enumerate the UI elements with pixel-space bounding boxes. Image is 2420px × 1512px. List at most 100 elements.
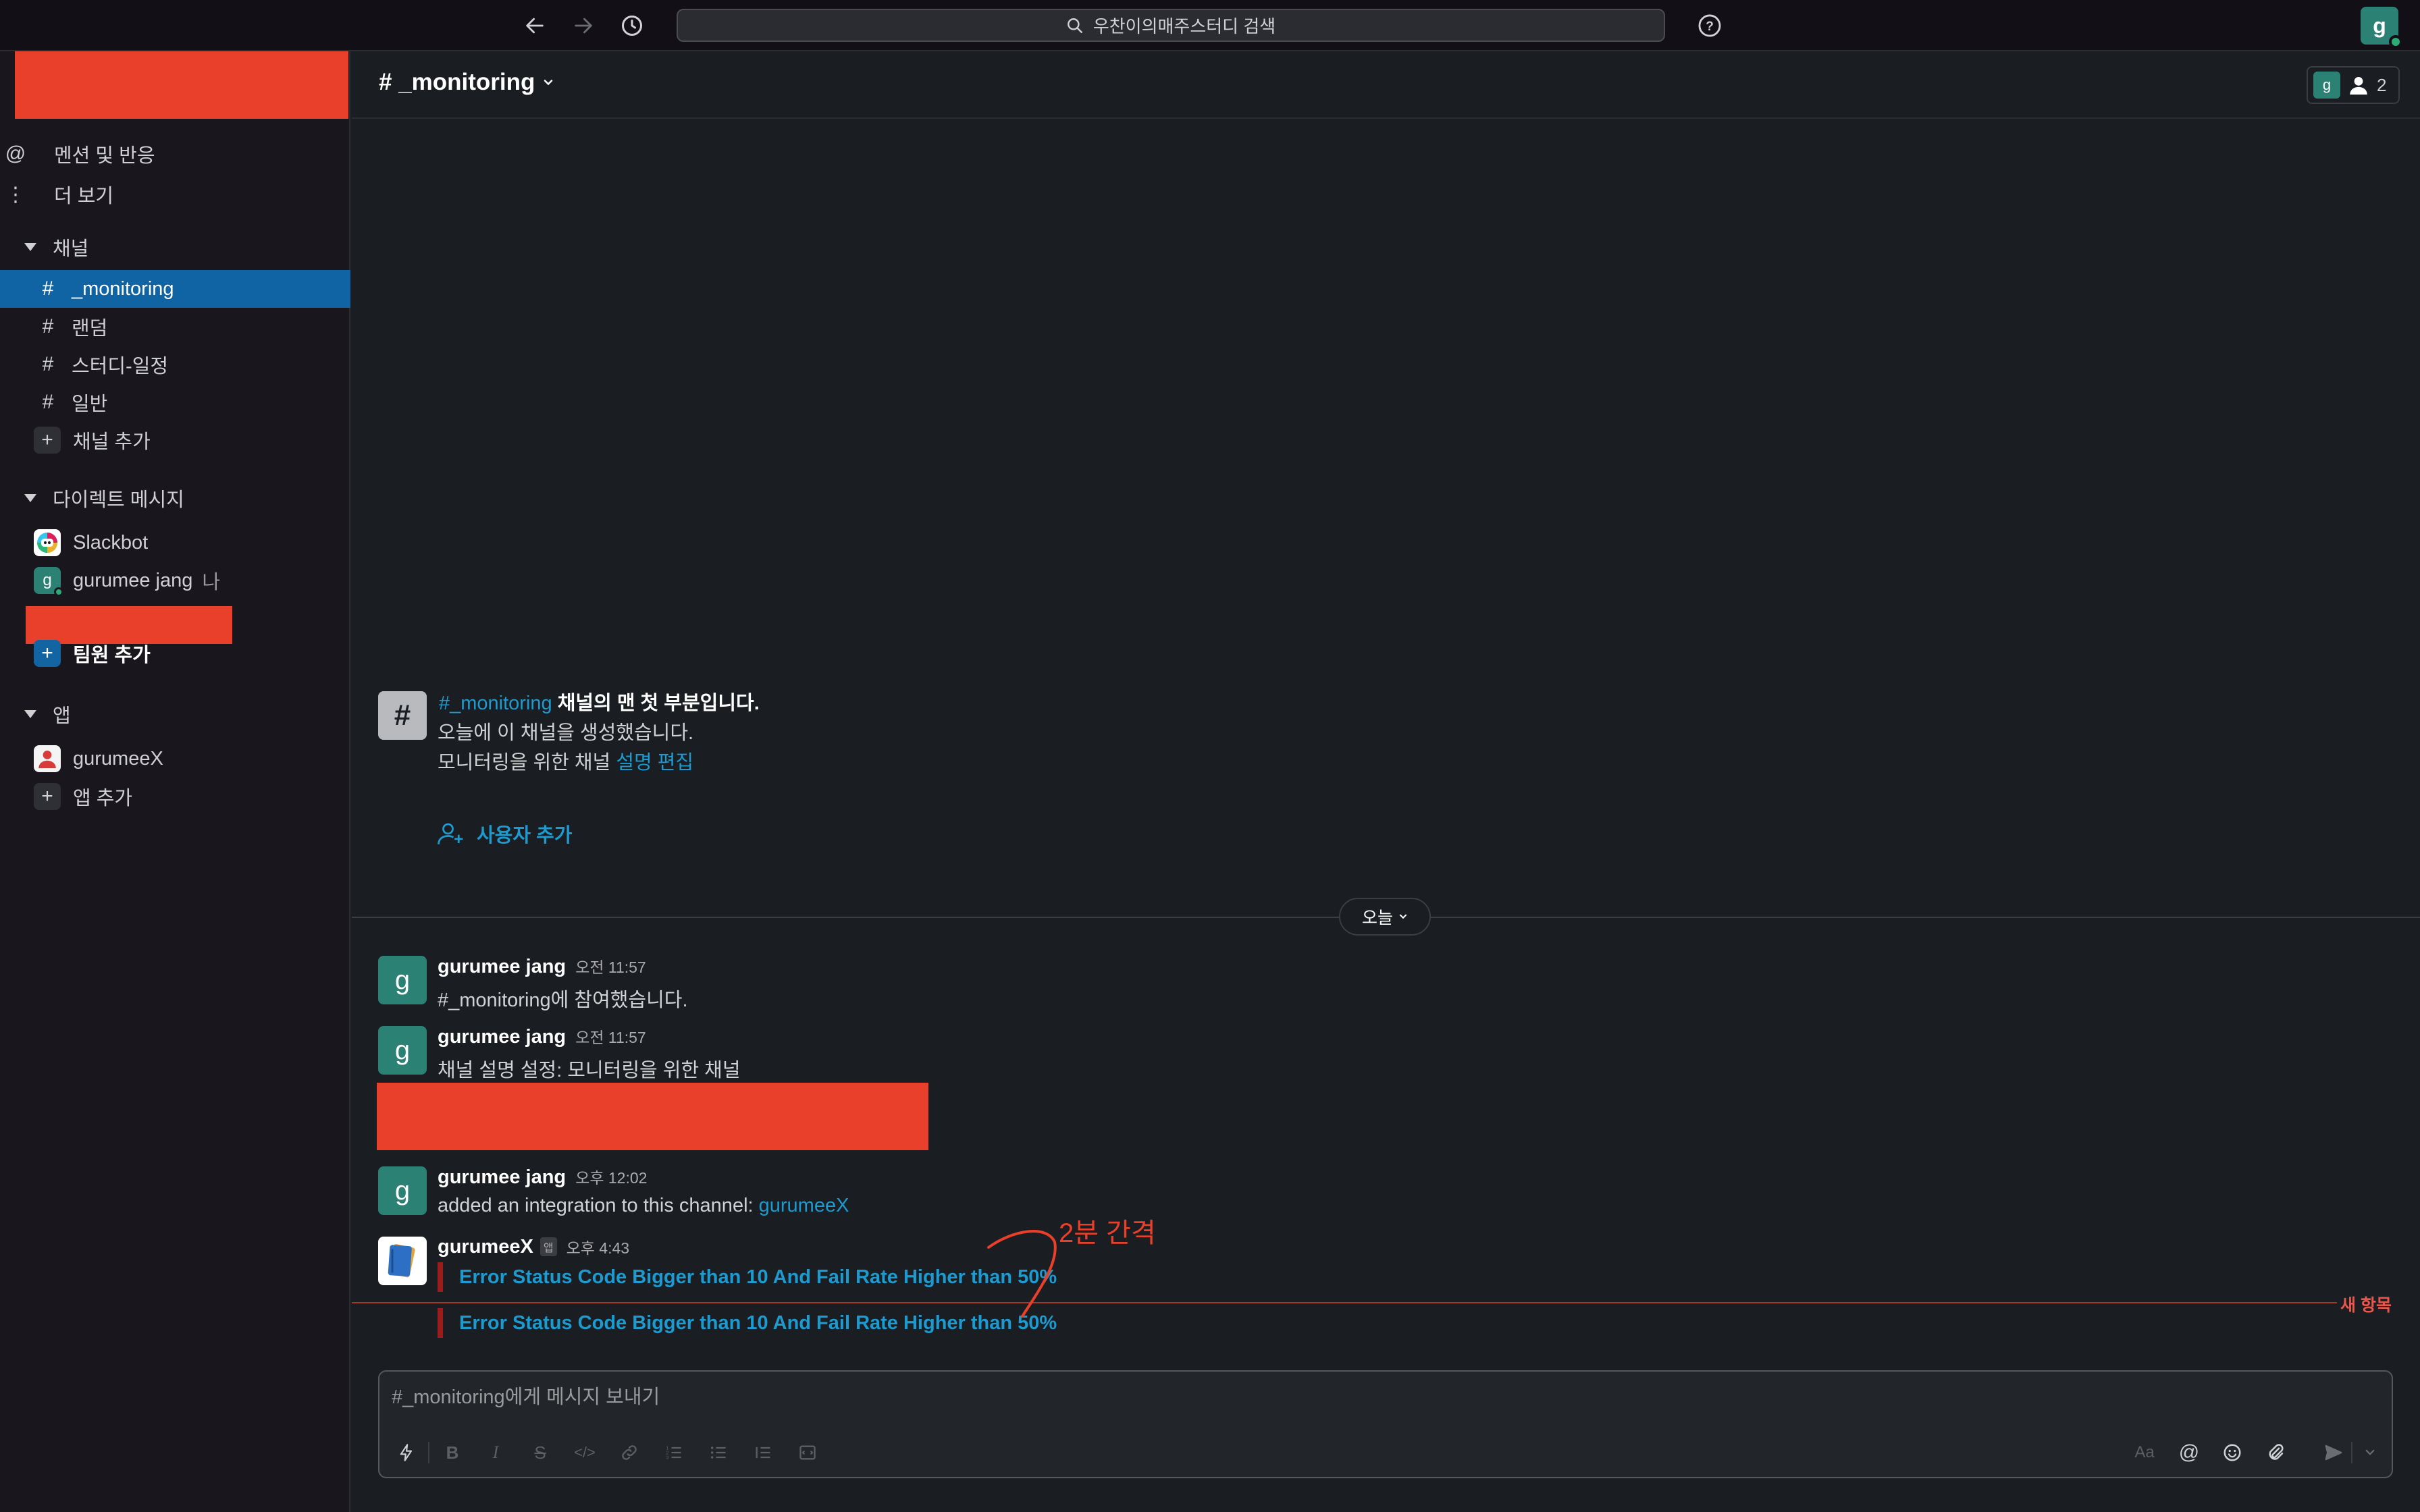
intro-created-text: 오늘에 이 채널을 생성했습니다. <box>438 722 694 744</box>
channel-title-button[interactable]: # _monitoring <box>379 69 555 96</box>
user-avatar[interactable]: g <box>378 1166 427 1215</box>
caret-down-icon <box>24 710 36 718</box>
bold-icon[interactable]: B <box>439 1439 466 1466</box>
redacted-workspace-name <box>15 51 348 119</box>
intro-title: #_monitoring 채널의 맨 첫 부분입니다. <box>439 687 760 716</box>
mention-at-icon[interactable]: @ <box>2176 1439 2203 1466</box>
blockquote-icon[interactable] <box>749 1439 777 1466</box>
apps-section-header[interactable]: 앱 <box>0 695 350 733</box>
sidebar-item-label: 앱 추가 <box>73 788 133 809</box>
send-icon[interactable] <box>2320 1439 2347 1466</box>
user-avatar-initial: g <box>2373 13 2386 38</box>
user-avatar[interactable]: g <box>2361 7 2402 49</box>
add-member-button[interactable]: + 팀원 추가 <box>0 634 350 672</box>
message-header: gurumee jang 오전 11:57 <box>438 1025 646 1048</box>
app-avatar[interactable] <box>378 1237 427 1285</box>
search-bar[interactable]: 우찬이의매주스터디 검색 <box>677 9 1665 42</box>
hash-icon: # <box>42 277 54 300</box>
sidebar-item-label: 랜덤 <box>72 318 108 340</box>
add-user-button[interactable]: 사용자 추가 <box>436 819 572 848</box>
add-app-button[interactable]: + 앱 추가 <box>0 778 350 815</box>
sidebar-item-gurumee-jang[interactable]: g gurumee jang 나 <box>0 562 350 599</box>
emoji-icon[interactable] <box>2219 1439 2246 1466</box>
message-body: added an integration to this channel: <box>438 1195 759 1216</box>
member-avatar: g <box>2313 72 2340 99</box>
channel-link[interactable]: #_monitoring <box>439 693 552 714</box>
message-composer: B I S </> 123 Aa @ <box>378 1370 2393 1478</box>
message-timestamp[interactable]: 오전 11:57 <box>575 1029 646 1046</box>
author-name[interactable]: gurumee jang <box>438 1166 566 1188</box>
app-avatar <box>34 745 61 772</box>
redacted-message <box>377 1083 928 1150</box>
edit-description-link[interactable]: 설명 편집 <box>616 752 693 774</box>
sidebar-item-more[interactable]: ⋮ 더 보기 <box>0 176 350 213</box>
online-status-dot <box>2389 35 2402 49</box>
sidebar-item-study-schedule[interactable]: # 스터디-일정 <box>0 346 350 383</box>
message-timestamp[interactable]: 오후 4:43 <box>567 1235 629 1258</box>
user-avatar[interactable]: g <box>378 1026 427 1075</box>
italic-icon[interactable]: I <box>482 1439 509 1466</box>
author-name[interactable]: gurumeeX <box>438 1236 533 1258</box>
sidebar-item-label: gurumeeX <box>73 747 163 770</box>
user-avatar[interactable]: g <box>378 956 427 1004</box>
send-options-chevron-icon[interactable] <box>2357 1439 2384 1466</box>
integration-link[interactable]: gurumeeX <box>759 1195 849 1216</box>
add-channel-button[interactable]: + 채널 추가 <box>0 421 350 459</box>
channel-hash-icon: # <box>378 691 427 740</box>
alert-title-link[interactable]: Error Status Code Bigger than 10 And Fai… <box>459 1266 1057 1289</box>
back-arrow-icon[interactable] <box>519 9 551 42</box>
forward-arrow-icon[interactable] <box>567 9 600 42</box>
shortcuts-lightning-icon[interactable] <box>393 1439 420 1466</box>
code-block-icon[interactable] <box>794 1439 821 1466</box>
svg-text:1: 1 <box>666 1446 668 1451</box>
channel-title: # _monitoring <box>379 69 535 95</box>
author-name[interactable]: gurumee jang <box>438 956 566 977</box>
sidebar: @ 멘션 및 반응 ⋮ 더 보기 채널 # _monitoring # 랜덤 #… <box>0 51 350 1512</box>
sidebar-item-label: _monitoring <box>72 277 174 300</box>
member-list-button[interactable]: g 2 <box>2307 66 2400 104</box>
message-timestamp[interactable]: 오전 11:57 <box>575 959 646 976</box>
help-icon[interactable]: ? <box>1693 9 1726 42</box>
user-avatar: g <box>34 567 63 597</box>
bulleted-list-icon[interactable] <box>705 1439 732 1466</box>
chevron-down-icon <box>1399 914 1407 919</box>
strikethrough-icon[interactable]: S <box>527 1439 554 1466</box>
notebook-icon <box>388 1244 415 1278</box>
dm-section-header[interactable]: 다이렉트 메시지 <box>0 479 350 517</box>
formatting-toggle-icon[interactable]: Aa <box>2131 1439 2158 1466</box>
ordered-list-icon[interactable]: 123 <box>660 1439 687 1466</box>
sidebar-item-label: 일반 <box>72 394 108 415</box>
sidebar-item-mentions[interactable]: @ 멘션 및 반응 <box>0 135 350 173</box>
link-icon[interactable] <box>616 1439 643 1466</box>
history-clock-icon[interactable] <box>616 9 648 42</box>
sidebar-item-label: 스터디-일정 <box>72 356 169 377</box>
top-bar: 우찬이의매주스터디 검색 ? g <box>0 0 2420 51</box>
date-jump-button[interactable]: 오늘 <box>1339 898 1431 936</box>
sidebar-item-random[interactable]: # 랜덤 <box>0 308 350 346</box>
message-header: gurumee jang 오전 11:57 <box>438 954 646 978</box>
intro-description: 모니터링을 위한 채널 설명 편집 <box>438 747 693 775</box>
message-input[interactable] <box>392 1384 2350 1411</box>
alert-title-link[interactable]: Error Status Code Bigger than 10 And Fai… <box>459 1312 1057 1334</box>
format-label: Aa <box>2134 1443 2155 1461</box>
hash-icon: # <box>42 315 54 338</box>
attachment-paperclip-icon[interactable] <box>2262 1439 2289 1466</box>
section-title: 다이렉트 메시지 <box>53 489 184 511</box>
avatar-initial: g <box>43 571 52 589</box>
svg-text:?: ? <box>1706 20 1714 34</box>
intro-title-text: 채널의 맨 첫 부분입니다. <box>557 693 760 714</box>
code-icon[interactable]: </> <box>571 1439 598 1466</box>
sidebar-item-monitoring[interactable]: # _monitoring <box>0 270 350 308</box>
sidebar-item-label: 더 보기 <box>54 186 114 207</box>
sidebar-item-general[interactable]: # 일반 <box>0 383 350 421</box>
hash-icon: # <box>42 353 54 375</box>
channels-section-header[interactable]: 채널 <box>0 228 350 266</box>
interval-annotation: 2분 간격 <box>1059 1218 1156 1248</box>
sidebar-item-slackbot[interactable]: Slackbot <box>0 524 350 562</box>
author-name[interactable]: gurumee jang <box>438 1026 566 1048</box>
sidebar-item-gurumeex[interactable]: gurumeeX <box>0 740 350 778</box>
svg-text:2: 2 <box>666 1451 668 1455</box>
avatar-initial: g <box>2322 76 2332 93</box>
message-timestamp[interactable]: 오후 12:02 <box>575 1169 647 1187</box>
person-icon <box>2350 76 2367 95</box>
